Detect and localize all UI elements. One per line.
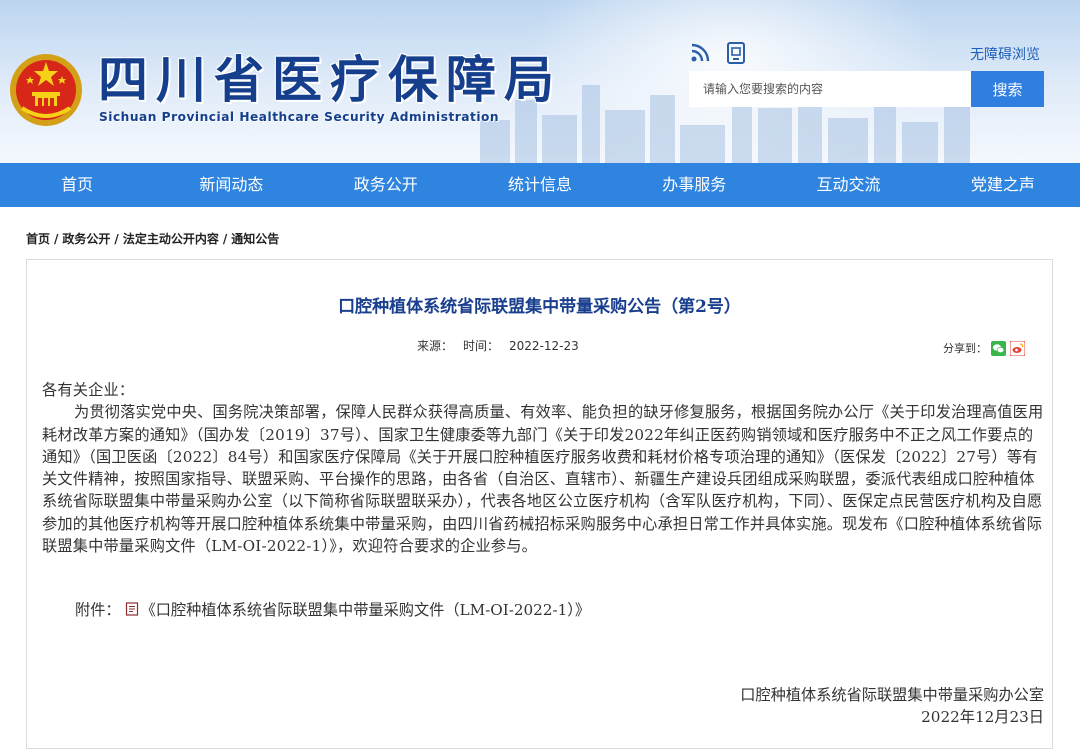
time-label: 时间： <box>463 339 500 353</box>
rss-icon[interactable] <box>689 42 711 64</box>
nav-item-home[interactable]: 首页 <box>0 163 154 207</box>
main-nav: 首页 新闻动态 政务公开 统计信息 办事服务 互动交流 党建之声 <box>0 163 1080 207</box>
document-icon <box>125 602 138 616</box>
site-title-english: Sichuan Provincial Healthcare Security A… <box>99 110 500 124</box>
source-label: 来源： <box>417 339 454 353</box>
breadcrumb-separator: / <box>54 232 59 246</box>
sign-date: 2022年12月23日 <box>921 708 1044 726</box>
mobile-icon[interactable] <box>725 42 747 64</box>
attachment-label: 附件： <box>75 601 121 619</box>
nav-item-services[interactable]: 办事服务 <box>617 163 771 207</box>
site-title: 四川省医疗保障局 <box>98 51 562 109</box>
share-bar: 分享到： <box>943 340 1025 356</box>
breadcrumb-separator: / <box>114 232 119 246</box>
attachment-link[interactable]: 《口腔种植体系统省际联盟集中带量采购文件（LM-OI-2022-1）》 <box>141 598 591 620</box>
share-label: 分享到： <box>943 342 987 355</box>
article-title: 口腔种植体系统省际联盟集中带量采购公告（第2号） <box>338 297 741 317</box>
accessibility-link[interactable]: 无障碍浏览 <box>970 44 1040 64</box>
search-button[interactable]: 搜索 <box>971 71 1044 107</box>
breadcrumb-gov-affairs[interactable]: 政务公开 <box>62 232 110 246</box>
search-input[interactable] <box>689 71 971 107</box>
national-emblem-icon <box>10 54 82 126</box>
breadcrumb-disclosure[interactable]: 法定主动公开内容 <box>123 232 219 246</box>
signature: 口腔种植体系统省际联盟集中带量采购办公室 <box>740 686 1044 704</box>
article-panel: 口腔种植体系统省际联盟集中带量采购公告（第2号） 来源： 时间： 2022-12-2… <box>26 259 1053 749</box>
weibo-icon[interactable] <box>1010 340 1025 356</box>
top-icons <box>689 42 747 64</box>
wechat-icon[interactable] <box>991 340 1006 356</box>
breadcrumb-separator: / <box>222 232 228 246</box>
nav-item-interaction[interactable]: 互动交流 <box>771 163 925 207</box>
breadcrumb-notices[interactable]: 通知公告 <box>231 232 279 246</box>
time-value: 2022-12-23 <box>509 339 579 353</box>
signature-block: 口腔种植体系统省际联盟集中带量采购办公室 2022年12月23日 <box>740 684 1044 728</box>
salutation: 各有关企业： <box>42 381 135 399</box>
nav-item-statistics[interactable]: 统计信息 <box>463 163 617 207</box>
site-header: 四川省医疗保障局 Sichuan Provincial Healthcare S… <box>0 0 1080 163</box>
article-body: 各有关企业： 为贯彻落实党中央、国务院决策部署，保障人民群众获得高质量、有效率、… <box>42 379 1047 557</box>
article-meta: 来源： 时间： 2022-12-23 <box>417 337 579 354</box>
breadcrumb: 首页 / 政务公开 / 法定主动公开内容 / 通知公告 <box>26 230 279 247</box>
breadcrumb-home[interactable]: 首页 <box>26 232 50 246</box>
nav-item-news[interactable]: 新闻动态 <box>154 163 308 207</box>
attachment-row: 附件： 《口腔种植体系统省际联盟集中带量采购文件（LM-OI-2022-1）》 <box>75 598 590 620</box>
article-paragraph: 为贯彻落实党中央、国务院决策部署，保障人民群众获得高质量、有效率、能负担的缺牙修… <box>42 403 1044 556</box>
nav-item-gov-affairs[interactable]: 政务公开 <box>309 163 463 207</box>
nav-item-party[interactable]: 党建之声 <box>926 163 1080 207</box>
